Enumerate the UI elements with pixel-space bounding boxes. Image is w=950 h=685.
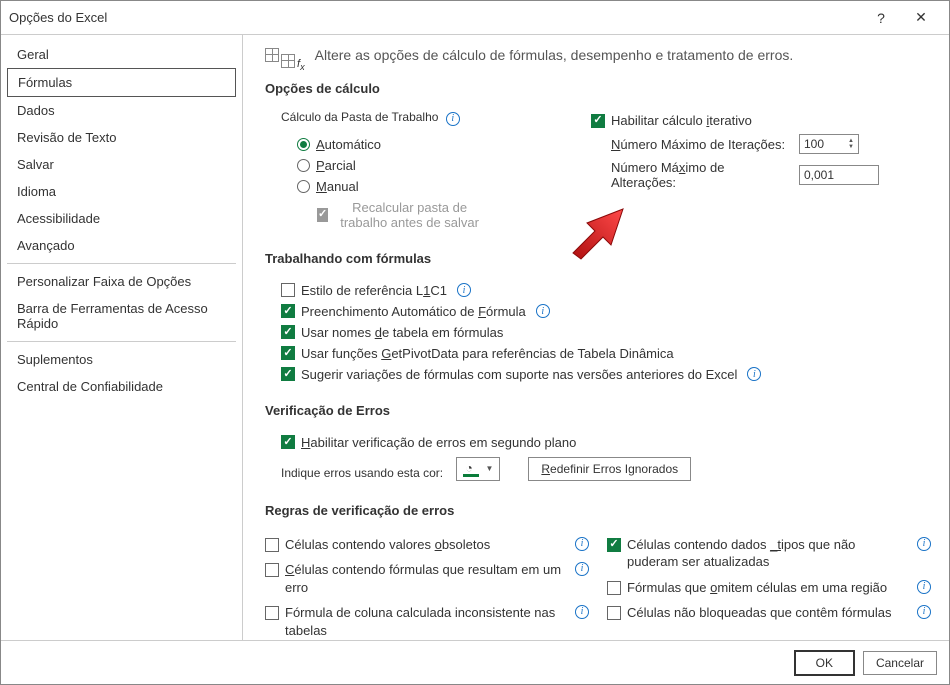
info-icon[interactable]: i — [917, 537, 931, 551]
checkbox-stale-types[interactable] — [607, 538, 621, 552]
radio-partial[interactable] — [297, 159, 310, 172]
info-icon[interactable]: i — [575, 537, 589, 551]
radio-partial-label: Parcial — [316, 158, 356, 173]
cancel-button[interactable]: Cancelar — [863, 651, 937, 675]
checkbox-recalc-before-save — [317, 208, 328, 222]
sidebar-item-barra-ferramentas[interactable]: Barra de Ferramentas de Acesso Rápido — [7, 295, 236, 337]
checkbox-table-names[interactable] — [281, 325, 295, 339]
checkbox-formulas-error[interactable] — [265, 563, 279, 577]
sidebar-item-formulas[interactable]: Fórmulas — [7, 68, 236, 97]
table-names-label: Usar nomes de tabela em fórmulas — [301, 325, 503, 340]
help-button[interactable]: ? — [861, 3, 901, 33]
radio-automatic[interactable] — [297, 138, 310, 151]
recalc-before-save-label: Recalcular pasta de trabalho antes de sa… — [334, 200, 485, 230]
max-change-label: Número Máximo de Alterações: — [611, 160, 791, 190]
sidebar-separator — [7, 263, 236, 264]
workbook-calc-label: Cálculo da Pasta de Trabalho — [281, 110, 438, 124]
sidebar-item-personalizar-faixa[interactable]: Personalizar Faixa de Opções — [7, 268, 236, 295]
info-icon[interactable]: i — [575, 562, 589, 576]
sidebar-separator — [7, 341, 236, 342]
reset-ignored-errors-button[interactable]: Redefinir Erros Ignorados — [528, 457, 691, 481]
stale-types-label: Células contendo dados _tipos que não pu… — [627, 536, 907, 571]
enable-iterative-label: Habilitar cálculo iterativo — [611, 113, 752, 128]
main-panel: fx Altere as opções de cálculo de fórmul… — [243, 35, 949, 640]
error-color-label: Indique erros usando esta cor: — [281, 466, 443, 480]
window-title: Opções do Excel — [9, 10, 861, 25]
checkbox-unlocked-formulas[interactable] — [607, 606, 621, 620]
checkbox-omit-cells[interactable] — [607, 581, 621, 595]
sidebar-item-dados[interactable]: Dados — [7, 97, 236, 124]
info-icon[interactable]: i — [446, 112, 460, 126]
r1c1-label: Estilo de referência L1C1 — [301, 283, 447, 298]
info-icon[interactable]: i — [917, 580, 931, 594]
checkbox-getpivotdata[interactable] — [281, 346, 295, 360]
close-button[interactable]: ✕ — [901, 3, 941, 33]
checkbox-suggest-variations[interactable] — [281, 367, 295, 381]
sidebar-item-salvar[interactable]: Salvar — [7, 151, 236, 178]
sidebar-item-idioma[interactable]: Idioma — [7, 178, 236, 205]
sidebar-item-central[interactable]: Central de Confiabilidade — [7, 373, 236, 400]
chevron-down-icon: ▼ — [485, 464, 493, 473]
formulas-error-label: Células contendo fórmulas que resultam e… — [285, 561, 565, 596]
info-icon[interactable]: i — [536, 304, 550, 318]
sidebar-item-avancado[interactable]: Avançado — [7, 232, 236, 259]
sidebar-item-geral[interactable]: Geral — [7, 41, 236, 68]
suggest-variations-label: Sugerir variações de fórmulas com suport… — [301, 367, 737, 382]
checkbox-enable-iterative[interactable] — [591, 114, 605, 128]
info-icon[interactable]: i — [747, 367, 761, 381]
checkbox-obsolete-values[interactable] — [265, 538, 279, 552]
unlocked-formulas-label: Células não bloqueadas que contêm fórmul… — [627, 604, 907, 622]
fill-color-icon: ◔ — [463, 461, 481, 477]
radio-manual[interactable] — [297, 180, 310, 193]
info-icon[interactable]: i — [575, 605, 589, 619]
calc-column-label: Fórmula de coluna calculada inconsistent… — [285, 604, 565, 639]
info-icon[interactable]: i — [457, 283, 471, 297]
max-change-input[interactable]: 0,001 — [799, 165, 879, 185]
checkbox-calc-column[interactable] — [265, 606, 279, 620]
error-color-picker[interactable]: ◔ ▼ — [456, 457, 500, 481]
sidebar: Geral Fórmulas Dados Revisão de Texto Sa… — [1, 35, 243, 640]
sidebar-item-acessibilidade[interactable]: Acessibilidade — [7, 205, 236, 232]
ok-button[interactable]: OK — [794, 650, 855, 676]
section-error-rules: Regras de verificação de erros — [265, 503, 931, 518]
section-calc-options: Opções de cálculo — [265, 81, 931, 96]
formula-options-icon: fx — [265, 48, 305, 62]
obsolete-values-label: Células contendo valores obsoletos — [285, 536, 565, 554]
header-description: Altere as opções de cálculo de fórmulas,… — [315, 47, 794, 63]
sidebar-item-revisao[interactable]: Revisão de Texto — [7, 124, 236, 151]
radio-automatic-label: Automático — [316, 137, 381, 152]
info-icon[interactable]: i — [917, 605, 931, 619]
max-iterations-input[interactable]: 100 ▲▼ — [799, 134, 859, 154]
section-error-checking: Verificação de Erros — [265, 403, 931, 418]
sidebar-item-suplementos[interactable]: Suplementos — [7, 346, 236, 373]
radio-manual-label: Manual — [316, 179, 359, 194]
checkbox-r1c1[interactable] — [281, 283, 295, 297]
bg-error-check-label: Habilitar verificação de erros em segund… — [301, 435, 576, 450]
autocomplete-label: Preenchimento Automático de Fórmula — [301, 304, 526, 319]
omit-cells-label: Fórmulas que omitem células em uma regiã… — [627, 579, 907, 597]
dialog-footer: OK Cancelar — [1, 640, 949, 684]
excel-options-dialog: Opções do Excel ? ✕ Geral Fórmulas Dados… — [0, 0, 950, 685]
checkbox-autocomplete[interactable] — [281, 304, 295, 318]
section-working-formulas: Trabalhando com fórmulas — [265, 251, 931, 266]
checkbox-bg-error-check[interactable] — [281, 435, 295, 449]
getpivotdata-label: Usar funções GetPivotData para referênci… — [301, 346, 674, 361]
max-iterations-label: Número Máximo de Iterações: — [611, 137, 791, 152]
titlebar: Opções do Excel ? ✕ — [1, 1, 949, 35]
